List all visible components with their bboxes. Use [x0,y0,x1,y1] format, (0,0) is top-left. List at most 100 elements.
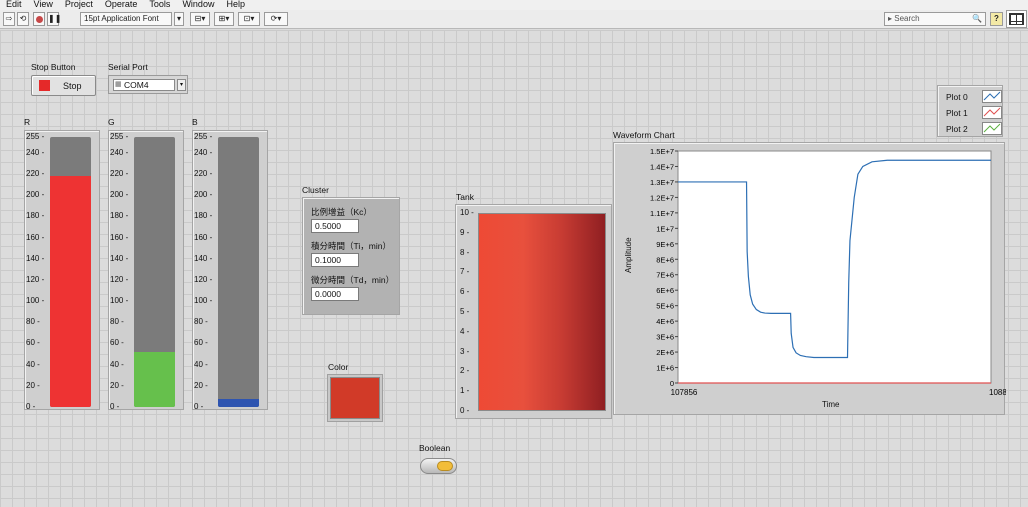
gauge-tick: 60 - [194,338,208,348]
serial-port-control[interactable]: ▦ COM4 ▾ [108,75,188,94]
kc-input[interactable]: 0.5000 [311,219,359,233]
gauge-tick: 220 - [110,169,129,179]
gauge-tick: 120 - [26,274,45,284]
plot-legend[interactable]: Plot 0 Plot 1 Plot 2 [937,85,1003,137]
menu-item-help[interactable]: Help [226,0,245,10]
gauge-tick: 120 - [110,274,129,284]
gauge-tick: 140 - [110,253,129,263]
gauge-tick: 100 - [194,296,213,306]
x-tick-label: 108879 [989,388,1006,397]
gauge-tick: 40 - [110,359,124,369]
search-field[interactable]: ▸ Search 🔍 [884,12,986,26]
boolean-led[interactable] [420,458,457,474]
search-icon: 🔍 [972,14,982,23]
gauge-tick: 180 - [194,211,213,221]
legend-item[interactable]: Plot 0 [946,90,1002,104]
color-swatch [330,377,380,419]
y-tick-label: 8E+6 [656,255,674,264]
gauge-tick: 100 - [110,296,129,306]
gauge-tick: 160 - [194,232,213,242]
legend-item[interactable]: Plot 1 [946,106,1002,120]
plot-line-icon [982,122,1002,135]
gauge-tick: 80 - [26,317,40,327]
gauge-fill-1 [134,351,175,407]
td-input[interactable]: 0.0000 [311,287,359,301]
menu-item-edit[interactable]: Edit [6,0,22,10]
gauge-tick: 60 - [110,338,124,348]
pause-icon[interactable]: ❚❚ [47,12,61,26]
gauge-tick: 40 - [26,359,40,369]
y-tick-label: 3E+6 [656,333,674,342]
gauge-tick: 220 - [26,169,45,179]
legend-item[interactable]: Plot 2 [946,122,1002,136]
gauge-tick: 140 - [194,253,213,263]
resize-objects-icon[interactable]: ⊡▾ [238,12,260,26]
chart-title: Waveform Chart [613,130,675,140]
legend-label: Plot 0 [946,92,968,102]
font-selector[interactable]: 15pt Application Font [80,12,172,26]
y-tick-label: 1.1E+7 [650,209,674,218]
gauge-track-1[interactable] [134,137,175,407]
gauge-tick: 180 - [26,211,45,221]
stop-button-label: Stop Button [31,62,76,72]
help-glyph: ? [994,14,999,23]
boolean-light-icon [437,461,453,471]
gauge-tick: 220 - [194,169,213,179]
menu-bar: Edit View Project Operate Tools Window Help [0,0,1028,10]
y-tick-label: 1.5E+7 [650,147,674,156]
td-label: 微分時間（Td，min） [311,275,395,285]
plot-line-icon [982,106,1002,119]
gauge-fill-2 [218,398,259,407]
menu-item-window[interactable]: Window [182,0,214,10]
plot-area[interactable] [677,150,992,384]
plot-line-icon [982,90,1002,103]
tank-tick: 1 - [460,386,470,396]
toolbar: ⇨ ⟲ ❚❚ 15pt Application Font ▾ ⊟▾ ⊞▾ ⊡▾ … [0,10,1028,29]
menu-item-project[interactable]: Project [65,0,93,10]
menu-item-view[interactable]: View [34,0,53,10]
y-tick-label: 2E+6 [656,348,674,357]
gauge-tick: 180 - [110,211,129,221]
tank-tick: 0 - [460,406,470,415]
gauge-tick: 20 - [194,380,208,390]
run-arrow-icon[interactable]: ⇨ [3,12,15,26]
align-objects-icon[interactable]: ⊟▾ [190,12,210,26]
gauge-label-0: R [24,117,31,127]
stop-indicator-icon [39,80,50,91]
serial-port-dropdown-icon[interactable]: ▾ [177,79,186,91]
gauge-label-1: G [108,117,115,127]
tank-tick: 7 - [460,267,470,277]
connector-pane-icon [1006,10,1027,28]
abort-icon[interactable] [33,12,45,26]
gauge-tick: 160 - [26,232,45,242]
stop-button[interactable]: Stop [31,75,96,96]
run-continuous-icon[interactable]: ⟲ [17,12,29,26]
legend-label: Plot 2 [946,124,968,134]
color-box[interactable] [327,374,383,422]
cluster-label: Cluster [302,185,329,195]
menu-item-operate[interactable]: Operate [105,0,138,10]
gauge-tick: 240 - [26,147,45,157]
serial-port-icon: ▦ [115,81,122,88]
gauge-tick: 20 - [110,380,124,390]
gauge-frame-0: 255 - 240 - 220 - 200 - 180 - 160 - 140 - 120 -… [24,130,100,411]
y-tick-label: 1E+6 [656,364,674,373]
tank-tick: 4 - [460,326,470,336]
tank-tick: 10 - [460,208,474,217]
tank-tick: 2 - [460,366,470,376]
menu-item-tools[interactable]: Tools [149,0,170,10]
chart-frame: Amplitude Time 1.5E+7 1.4E+7 1.3E+7 1.2E+7 1… [613,142,1006,415]
distribute-objects-icon[interactable]: ⊞▾ [214,12,234,26]
serial-port-value-field[interactable]: ▦ COM4 [113,79,175,91]
waveform-plot: 1.5E+7 1.4E+7 1.3E+7 1.2E+7 1.1E+7 1E+7 9E+6 8E… [650,147,1006,397]
gauge-frame-2: 255 - 240 - 220 - 200 - 180 - 160 - 140 - 120 -… [192,130,268,411]
gauge-label-2: B [192,117,198,127]
context-help-icon[interactable]: ? [990,12,1003,26]
ti-input[interactable]: 0.1000 [311,253,359,267]
gauge-tick: 160 - [110,232,129,242]
gauge-track-2[interactable] [218,137,259,407]
font-dropdown-arrow-icon[interactable]: ▾ [174,12,184,26]
boolean-label: Boolean [419,443,451,453]
gauge-track-0[interactable] [50,137,91,407]
reorder-icon[interactable]: ⟳▾ [264,12,288,26]
